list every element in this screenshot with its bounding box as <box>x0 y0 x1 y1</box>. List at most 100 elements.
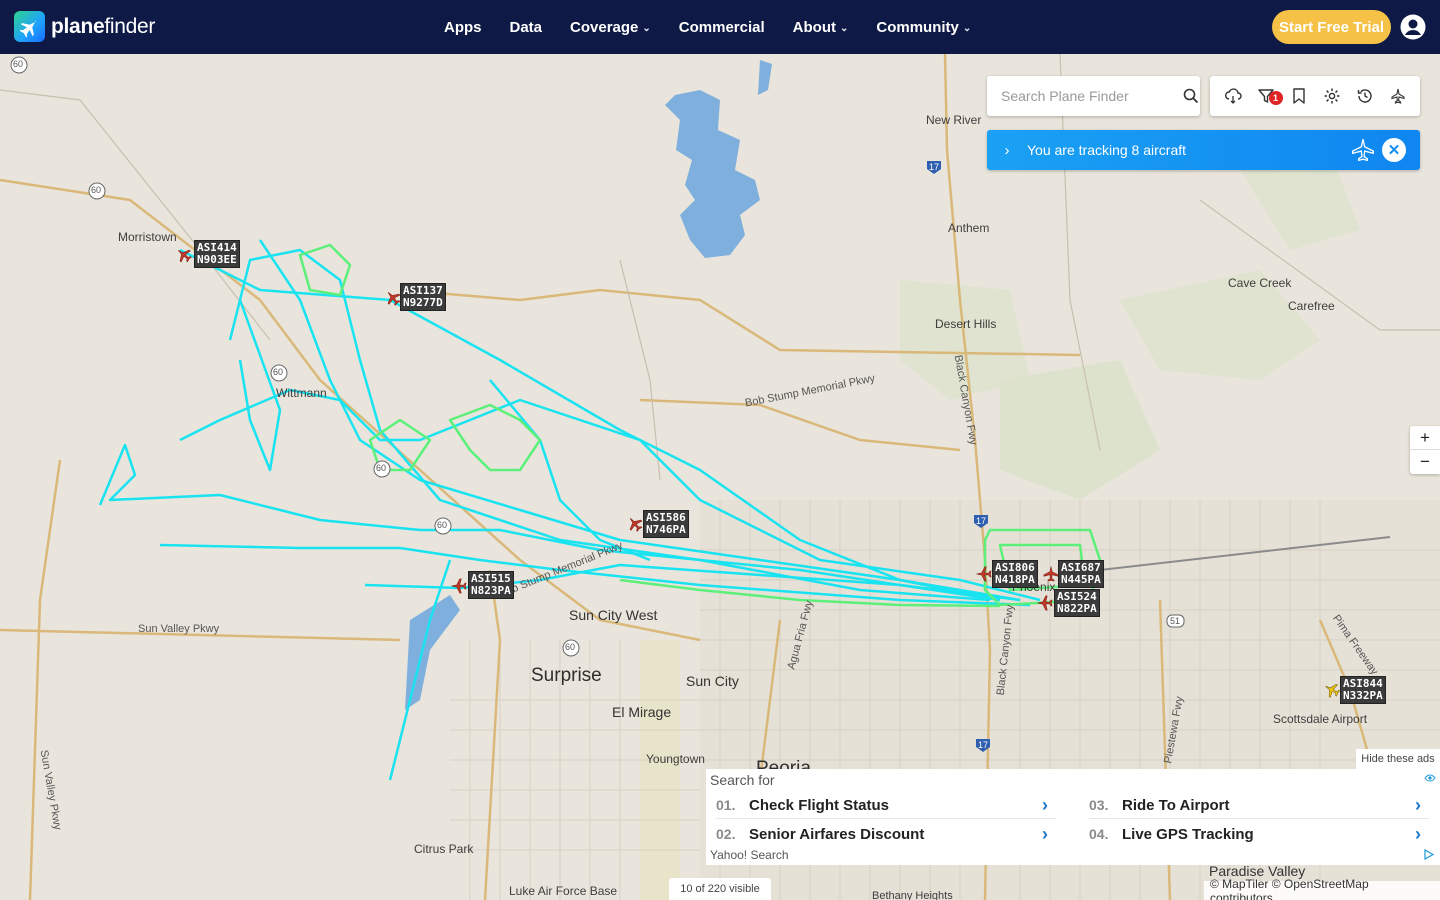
layers-plane-icon[interactable] <box>1387 85 1409 107</box>
ad-link-ride-to-airport[interactable]: 03. Ride To Airport › <box>1089 792 1429 818</box>
chevron-down-icon: ⌄ <box>839 22 849 34</box>
ad-text: Senior Airfares Discount <box>749 825 925 843</box>
ad-link-senior-airfares[interactable]: 02. Senior Airfares Discount › <box>716 821 1056 847</box>
us60-shield-label: 60 <box>376 463 387 473</box>
ad-number: 02. <box>716 826 736 842</box>
zoom-control: + − <box>1410 426 1440 474</box>
start-free-trial-button[interactable]: Start Free Trial <box>1272 10 1391 44</box>
nav-about[interactable]: About ⌄ <box>779 19 863 36</box>
visible-aircraft-count: 10 of 220 visible <box>669 878 771 900</box>
aircraft-label[interactable]: ASI586 N746PA <box>643 510 689 538</box>
place-carefree: Carefree <box>1288 299 1335 313</box>
bookmark-icon[interactable] <box>1288 85 1310 107</box>
filter-badge: 1 <box>1268 91 1283 105</box>
registration: N418PA <box>995 573 1035 586</box>
ad-link-check-flight-status[interactable]: 01. Check Flight Status › <box>716 792 1056 818</box>
history-clock-icon[interactable] <box>1354 85 1376 107</box>
place-cave-creek: Cave Creek <box>1228 276 1292 290</box>
us60-shield-label: 60 <box>273 367 284 377</box>
aircraft-label[interactable]: ASI687 N445PA <box>1058 560 1104 588</box>
sr51-shield-label: 51 <box>1170 616 1181 626</box>
ad-provider: Yahoo! Search <box>710 848 789 862</box>
search-icon[interactable] <box>1182 76 1200 116</box>
logo-text-light: finder <box>104 14 156 38</box>
aircraft-label[interactable]: ASI806 N418PA <box>992 560 1038 588</box>
nav-commercial-label: Commercial <box>678 18 765 36</box>
place-desert-hills: Desert Hills <box>935 317 997 331</box>
nav-coverage-label: Coverage <box>570 18 639 36</box>
aircraft-label[interactable]: ASI137 N9277D <box>400 283 446 311</box>
registration: N445PA <box>1061 573 1101 586</box>
us60-shield-label: 60 <box>13 59 24 69</box>
place-sun-city: Sun City <box>686 673 739 689</box>
registration: N823PA <box>471 584 511 597</box>
nav-data[interactable]: Data <box>496 19 557 36</box>
aircraft-label[interactable]: ASI844 N332PA <box>1340 676 1386 704</box>
us60-shield-label: 60 <box>437 520 448 530</box>
chevron-right-icon: › <box>1415 823 1421 844</box>
ad-info-icon[interactable] <box>1423 849 1434 860</box>
nav-apps-label: Apps <box>444 18 482 36</box>
ad-panel: Search for 01. Check Flight Status › 02. Se… <box>706 769 1440 865</box>
account-icon[interactable] <box>1400 14 1426 40</box>
registration: N332PA <box>1343 689 1383 702</box>
search-box <box>987 76 1200 116</box>
us60-shield-label: 60 <box>91 185 102 195</box>
i17-shield-label: 17 <box>978 740 989 750</box>
i17-shield-label: 17 <box>929 162 940 172</box>
place-surprise: Surprise <box>531 665 602 686</box>
settings-gear-icon[interactable] <box>1321 85 1343 107</box>
nav-about-label: About <box>792 18 836 36</box>
aircraft-icon[interactable] <box>975 565 993 583</box>
ad-link-live-gps-tracking[interactable]: 04. Live GPS Tracking › <box>1089 821 1429 847</box>
registration: N903EE <box>197 253 237 266</box>
plane-logo-icon <box>14 11 45 42</box>
chevron-right-icon[interactable]: › <box>987 142 1027 159</box>
place-citrus-park: Citrus Park <box>414 842 474 856</box>
registration: N746PA <box>646 523 686 536</box>
aircraft-label[interactable]: ASI524 N822PA <box>1054 589 1100 617</box>
aircraft-label[interactable]: ASI414 N903EE <box>194 240 240 268</box>
zoom-out-button[interactable]: − <box>1410 450 1440 474</box>
ad-text: Live GPS Tracking <box>1122 825 1254 843</box>
aircraft-label[interactable]: ASI515 N823PA <box>468 571 514 599</box>
tracking-banner[interactable]: › You are tracking 8 aircraft ✕ <box>987 130 1420 170</box>
nav-commercial[interactable]: Commercial <box>665 19 779 36</box>
chevron-down-icon: ⌄ <box>642 22 651 34</box>
place-morristown: Morristown <box>118 230 177 244</box>
zoom-in-button[interactable]: + <box>1410 426 1440 450</box>
chevron-right-icon: › <box>1042 823 1048 844</box>
place-bethany-heights: Bethany Heights <box>872 890 953 900</box>
filter-icon[interactable]: 1 <box>1255 85 1283 107</box>
us60-shield-label: 60 <box>565 642 576 652</box>
place-el-mirage: El Mirage <box>612 704 672 720</box>
place-luke-afb: Luke Air Force Base <box>509 884 618 898</box>
nav-community[interactable]: Community ⌄ <box>862 19 985 36</box>
i17-shield-label: 17 <box>976 516 987 526</box>
place-new-river: New River <box>926 113 982 127</box>
aircraft-icon[interactable] <box>1036 594 1054 612</box>
chevron-right-icon: › <box>1042 794 1048 815</box>
weather-icon[interactable] <box>1222 85 1244 107</box>
planefinder-logo[interactable]: planefinder <box>14 11 155 42</box>
place-scottsdale-airport: Scottsdale Airport <box>1273 712 1368 726</box>
nav-coverage[interactable]: Coverage ⌄ <box>556 19 665 36</box>
adchoices-icon[interactable] <box>1424 772 1436 784</box>
ad-number: 01. <box>716 797 736 813</box>
ad-number: 03. <box>1089 797 1109 813</box>
hide-ads-button[interactable]: Hide these ads <box>1356 749 1440 769</box>
main-nav: Apps Data Coverage ⌄ Commercial About ⌄ Co… <box>430 0 985 54</box>
search-input[interactable] <box>987 76 1182 116</box>
registration: N9277D <box>403 296 443 309</box>
ad-text: Check Flight Status <box>749 796 890 814</box>
close-tracking-button[interactable]: ✕ <box>1382 138 1406 162</box>
ad-text: Ride To Airport <box>1122 796 1230 814</box>
divider <box>1089 818 1429 819</box>
ad-search-for: Search for <box>710 772 775 788</box>
road-sun-valley-pkwy: Sun Valley Pkwy <box>138 623 220 635</box>
map-attribution[interactable]: © MapTiler © OpenStreetMap contributors <box>1204 877 1440 900</box>
aircraft-icon[interactable] <box>450 577 468 595</box>
place-youngtown: Youngtown <box>646 752 705 766</box>
nav-apps[interactable]: Apps <box>430 19 496 36</box>
tracking-text: You are tracking 8 aircraft <box>1027 142 1187 158</box>
